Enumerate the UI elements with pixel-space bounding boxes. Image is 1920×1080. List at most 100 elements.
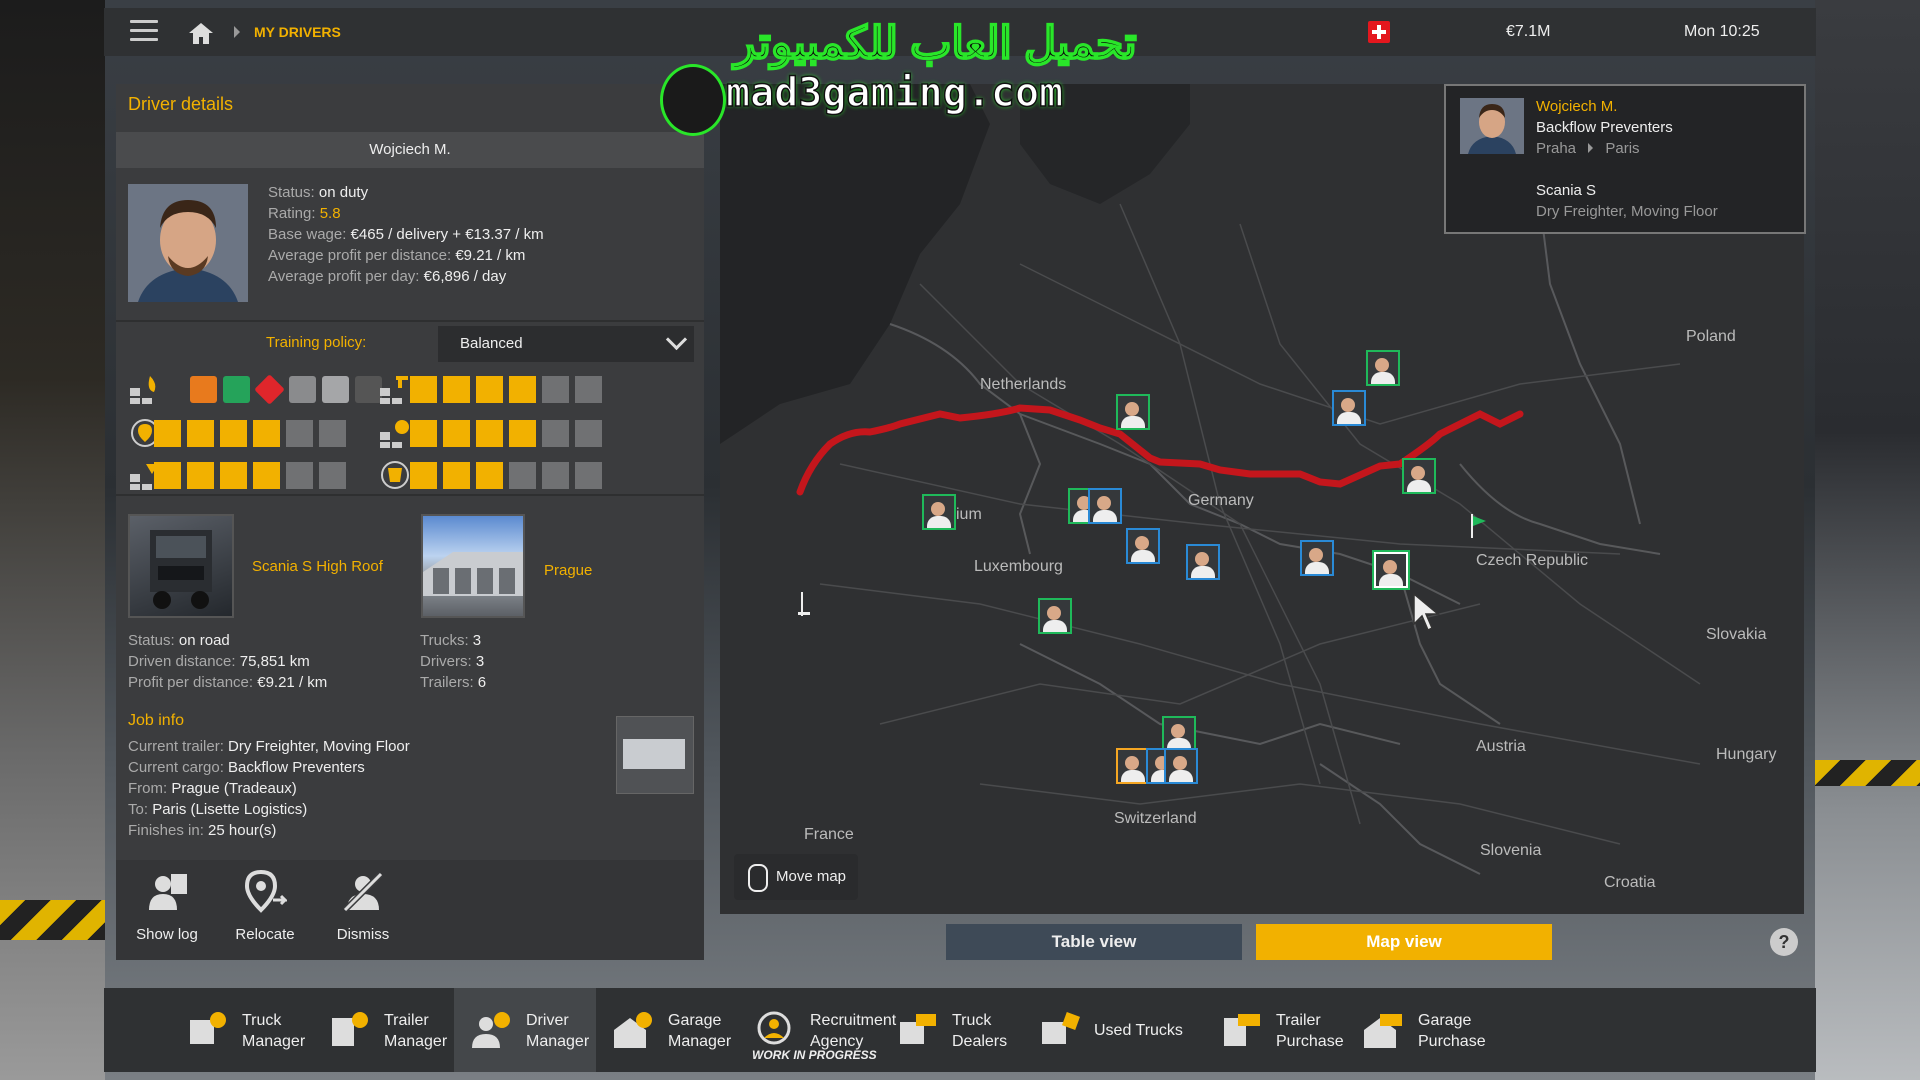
mouse-icon: [748, 864, 768, 892]
avg-profit-day-label: Average profit per day:: [268, 268, 420, 285]
driver-pin[interactable]: [1126, 528, 1160, 564]
nav-label-line1: Truck: [952, 1012, 992, 1029]
table-view-button[interactable]: Table view: [946, 924, 1242, 960]
driver-actions: Show log Relocate Dismiss: [116, 860, 704, 960]
card-from: Praha: [1536, 140, 1577, 157]
driver-pin[interactable]: [1116, 748, 1150, 784]
skill-level-segment: [154, 462, 181, 489]
driver-pin[interactable]: [1186, 544, 1220, 580]
country-label-belgium-partial: ium: [956, 506, 982, 523]
adr-skill-icon: [130, 376, 156, 404]
dismiss-button[interactable]: Dismiss: [318, 870, 408, 943]
trailers-label: Trailers:: [420, 674, 474, 691]
base-wage-label: Base wage:: [268, 226, 347, 243]
home-icon[interactable]: [188, 21, 214, 45]
country-label-poland: Poland: [1686, 328, 1736, 345]
nav-trailer-manager[interactable]: Trailer Manager: [312, 988, 454, 1072]
work-in-progress-badge: WORK IN PROGRESS: [752, 1048, 877, 1062]
truck-thumbnail[interactable]: [128, 514, 234, 618]
status-value: on duty: [318, 184, 369, 201]
country-label-france: France: [804, 826, 854, 843]
nav-truck-dealers[interactable]: Truck Dealers: [880, 988, 1022, 1072]
driver-manager-icon: [472, 1012, 510, 1048]
skill-level-segment: [476, 462, 503, 489]
driver-pin[interactable]: [1366, 350, 1400, 386]
current-trailer-label: Current trailer:: [128, 738, 224, 755]
skill-level-segment: [575, 462, 602, 489]
watermark-site-text: mad3gaming.com: [725, 69, 1064, 117]
card-trailer: Dry Freighter, Moving Floor: [1536, 203, 1718, 220]
skill-level-segment: [187, 420, 214, 447]
country-label-croatia: Croatia: [1604, 874, 1656, 891]
nav-driver-manager[interactable]: Driver Manager: [454, 988, 596, 1072]
driven-distance-label: Driven distance:: [128, 653, 236, 670]
skill-level-segment: [443, 420, 470, 447]
driver-pin[interactable]: [1300, 540, 1334, 576]
relocate-label: Relocate: [235, 926, 295, 943]
move-map-label: Move map: [776, 868, 847, 885]
garage-thumbnail[interactable]: [421, 514, 525, 618]
garage-name-link[interactable]: Prague: [544, 562, 592, 579]
trailer-purchase-icon: [1224, 1014, 1260, 1046]
base-wage-value: €465 / delivery + €13.37 / km: [350, 226, 544, 243]
map-view-button[interactable]: Map view: [1256, 924, 1552, 960]
card-truck: Scania S: [1536, 182, 1597, 199]
card-to: Paris: [1605, 140, 1640, 157]
skill-level-segment: [575, 376, 602, 403]
nav-label-line2: Manager: [384, 1033, 448, 1050]
help-button[interactable]: ?: [1770, 928, 1798, 956]
selected-driver-card[interactable]: Wojciech M. Backflow Preventers Praha Pa…: [1444, 84, 1806, 234]
nav-trailer-purchase[interactable]: Trailer Purchase: [1204, 988, 1346, 1072]
nav-used-trucks[interactable]: Used Trucks: [1022, 988, 1202, 1072]
driver-pin[interactable]: [1088, 488, 1122, 524]
skill-level-segment: [286, 462, 313, 489]
driver-pin[interactable]: [1332, 390, 1366, 426]
nav-truck-manager[interactable]: Truck Manager: [170, 988, 312, 1072]
skill-level-segment: [253, 462, 280, 489]
driver-pin[interactable]: [922, 494, 956, 530]
divider: [116, 320, 704, 322]
skill-level-segment: [476, 420, 503, 447]
country-label-slovenia: Slovenia: [1480, 842, 1542, 859]
origin-flag-icon: [1471, 514, 1486, 538]
trailer-manager-icon: [332, 1012, 368, 1046]
truck-name-link[interactable]: Scania S High Roof: [252, 558, 383, 575]
driver-pin[interactable]: [1164, 748, 1198, 784]
driver-pin[interactable]: [1162, 716, 1196, 752]
menu-icon[interactable]: [130, 20, 158, 42]
country-label-switzerland: Switzerland: [1114, 810, 1197, 827]
truck-info: Status: on road Driven distance: 75,851 …: [128, 630, 327, 693]
nav-recruitment-agency[interactable]: Recruitment Agency WORK IN PROGRESS: [738, 988, 896, 1072]
training-policy-label: Training policy:: [266, 334, 367, 351]
nav-label-line1: Trailer: [1276, 1012, 1321, 1029]
driver-pin[interactable]: [1116, 394, 1150, 430]
driven-distance-value: 75,851 km: [239, 653, 310, 670]
show-log-button[interactable]: Show log: [122, 870, 212, 943]
country-label-czech-republic: Czech Republic: [1476, 552, 1589, 569]
garage-info: Trucks: 3 Drivers: 3 Trailers: 6: [420, 630, 486, 693]
skill-level-segment: [319, 420, 346, 447]
card-route: Praha Paris: [1536, 140, 1640, 157]
nav-garage-purchase[interactable]: Garage Purchase: [1346, 988, 1488, 1072]
driver-pin[interactable]: [1402, 458, 1436, 494]
skill-level-segment: [575, 420, 602, 447]
training-policy-dropdown[interactable]: Balanced: [438, 326, 694, 362]
watermark-logo-icon: [660, 64, 726, 136]
selected-driver-pin[interactable]: [1372, 550, 1410, 590]
relocate-button[interactable]: Relocate: [220, 869, 310, 943]
nav-garage-manager[interactable]: Garage Manager: [596, 988, 738, 1072]
skill-level-segment: [253, 420, 280, 447]
toxic-adr-icon: [322, 376, 349, 403]
driver-portrait: [128, 184, 248, 302]
current-trailer-value: Dry Freighter, Moving Floor: [228, 738, 410, 755]
breadcrumb[interactable]: MY DRIVERS: [254, 24, 341, 40]
country-label-luxembourg: Luxembourg: [974, 558, 1063, 575]
nav-label-line1: Trailer: [384, 1012, 429, 1029]
driver-pin[interactable]: [1038, 598, 1072, 634]
card-cargo: Backflow Preventers: [1536, 119, 1673, 136]
skill-level-segment: [542, 376, 569, 403]
cursor-icon: [1413, 592, 1441, 632]
nav-label-line1: Driver: [526, 1012, 569, 1029]
recruitment-agency-icon: [757, 1011, 791, 1045]
skill-level-segment: [410, 462, 437, 489]
